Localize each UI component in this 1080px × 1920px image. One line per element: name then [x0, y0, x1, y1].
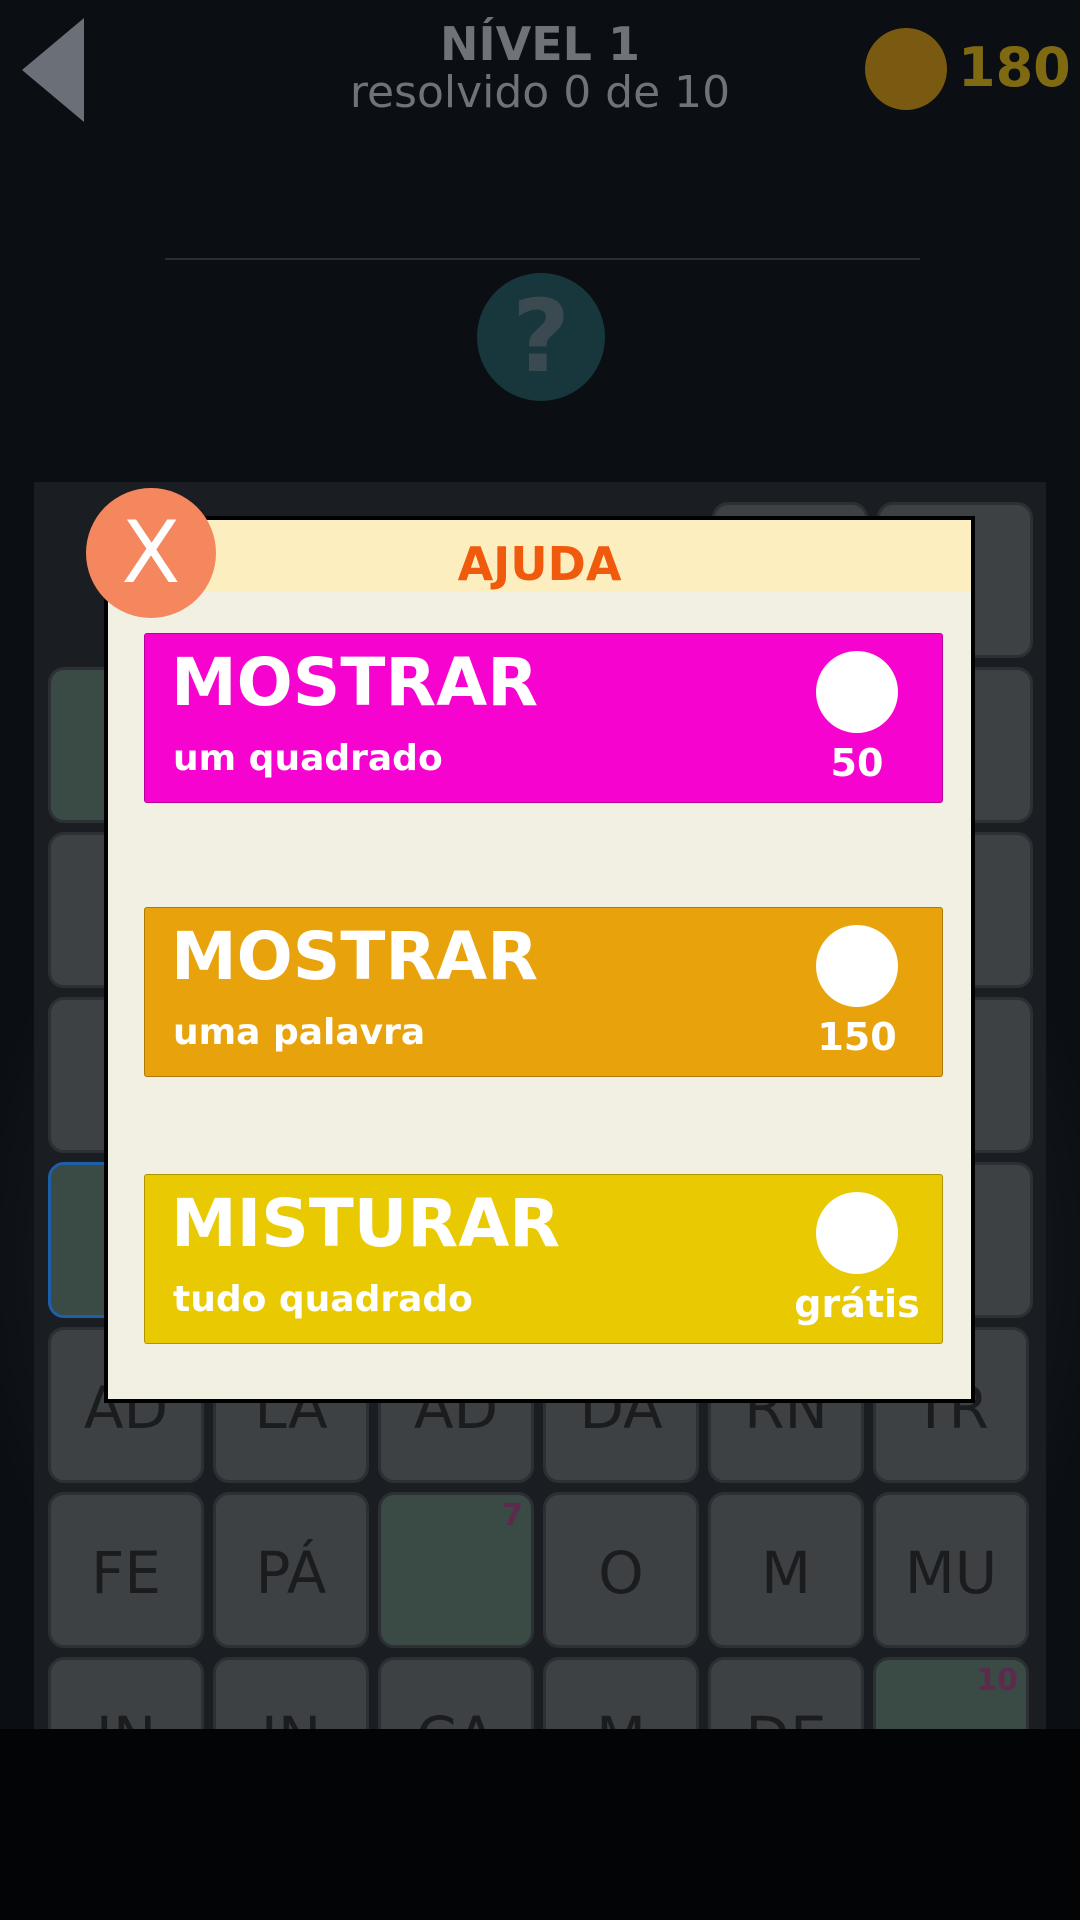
grid-tile[interactable]: MU [873, 1492, 1029, 1648]
option-price: 150 [817, 1015, 897, 1059]
coin-count: 180 [958, 36, 1071, 99]
grid-tile[interactable]: FE [48, 1492, 204, 1648]
tile-label: FE [90, 1539, 161, 1607]
tile-label: PÁ [255, 1539, 327, 1607]
option-price: grátis [794, 1282, 920, 1326]
tile-label: MU [904, 1539, 998, 1607]
grid-tile[interactable]: PÁ [213, 1492, 369, 1648]
option-subtitle: um quadrado [173, 738, 443, 779]
shuffle-button[interactable]: MISTURAR tudo quadrado grátis [144, 1174, 943, 1344]
tile-number: 7 [502, 1498, 523, 1533]
option-subtitle: tudo quadrado [173, 1279, 473, 1320]
bottom-bar [0, 1729, 1080, 1920]
dialog-title: AJUDA [457, 537, 622, 591]
photo-tile[interactable]: 7 [378, 1492, 534, 1648]
top-bar: NÍVEL 1 resolvido 0 de 10 180 [0, 0, 1080, 140]
option-subtitle: uma palavra [173, 1012, 426, 1053]
tile-label: O [598, 1539, 644, 1607]
option-title: MOSTRAR [171, 644, 539, 721]
coin-icon [816, 925, 898, 1007]
option-title: MISTURAR [171, 1185, 561, 1262]
answer-line [165, 258, 920, 260]
help-button[interactable]: ? [477, 273, 605, 401]
help-dialog: AJUDA MOSTRAR um quadrado 50 MOSTRAR uma… [104, 516, 975, 1403]
dialog-header: AJUDA [108, 520, 971, 592]
coin-icon [865, 28, 947, 110]
grid-tile[interactable]: M [708, 1492, 864, 1648]
close-button[interactable]: X [86, 488, 216, 618]
reveal-square-button[interactable]: MOSTRAR um quadrado 50 [144, 633, 943, 803]
coin-icon [816, 651, 898, 733]
tile-number: 10 [976, 1663, 1018, 1698]
reveal-word-button[interactable]: MOSTRAR uma palavra 150 [144, 907, 943, 1077]
tile-label: M [760, 1539, 812, 1607]
coin-icon [816, 1192, 898, 1274]
option-price: 50 [830, 741, 884, 785]
grid-tile[interactable]: O [543, 1492, 699, 1648]
option-title: MOSTRAR [171, 918, 539, 995]
